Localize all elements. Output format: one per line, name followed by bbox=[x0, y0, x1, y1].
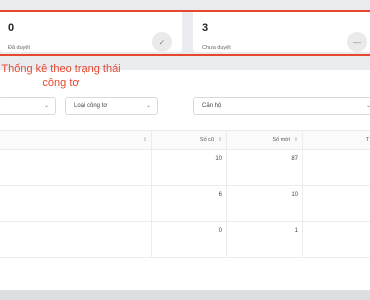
old-reading: 10 bbox=[215, 156, 222, 162]
sort-icon: ⇕ bbox=[142, 137, 147, 143]
column-header-old-label: Số cũ bbox=[199, 137, 214, 143]
new-reading: 87 bbox=[291, 156, 298, 162]
chevron-down-icon: ⌄ bbox=[145, 103, 151, 109]
table-row[interactable]: 10 87 bbox=[0, 150, 370, 186]
column-header-4[interactable]: T bbox=[303, 131, 370, 150]
chevron-down-icon: ⌄ bbox=[365, 103, 370, 109]
sort-icon: ⇕ bbox=[217, 137, 222, 143]
annotation-text: Thống kê theo trạng thái công tơ bbox=[0, 62, 122, 90]
column-header-new[interactable]: Số mới ⇕ bbox=[227, 131, 303, 150]
pending-count: 3 bbox=[202, 22, 209, 34]
minus-icon: — bbox=[347, 32, 367, 52]
old-reading: 6 bbox=[218, 192, 222, 198]
old-reading: 0 bbox=[218, 228, 222, 234]
bottom-bar bbox=[0, 290, 370, 300]
column-header-1[interactable]: ⇕ bbox=[0, 131, 152, 150]
column-header-old[interactable]: Số cũ ⇕ bbox=[152, 131, 227, 150]
approved-count: 0 bbox=[8, 22, 15, 34]
pending-label: Chưa duyệt bbox=[202, 45, 231, 51]
meter-type-select-label: Loại công tơ bbox=[74, 103, 108, 109]
column-header-new-label: Số mới bbox=[272, 137, 290, 143]
sort-icon: ⇕ bbox=[293, 137, 298, 143]
chevron-down-icon: ⌄ bbox=[43, 103, 49, 109]
apartment-select-label: Căn hộ bbox=[202, 103, 222, 109]
new-reading: 10 bbox=[291, 192, 298, 198]
meter-type-select[interactable]: Loại công tơ ⌄ bbox=[65, 97, 158, 115]
apartment-select[interactable]: Căn hộ ⌄ bbox=[193, 97, 370, 115]
stat-card-pending: 3 Chưa duyệt — bbox=[193, 10, 370, 52]
table-row[interactable]: 0 1 bbox=[0, 222, 370, 258]
stat-card-approved: 0 Đã duyệt ✓ bbox=[0, 10, 182, 52]
new-reading: 1 bbox=[294, 228, 298, 234]
column-header-4-label: T bbox=[366, 137, 370, 143]
annotation-line-2: công tơ bbox=[42, 77, 80, 89]
approved-label: Đã duyệt bbox=[8, 45, 31, 51]
filter-select-1[interactable]: ⌄ bbox=[0, 97, 56, 115]
table-header: ⇕ Số cũ ⇕ Số mới ⇕ T bbox=[0, 130, 370, 150]
annotation-line-1: Thống kê theo trạng thái bbox=[1, 63, 121, 75]
table-row[interactable]: 6 10 bbox=[0, 186, 370, 222]
check-icon: ✓ bbox=[152, 32, 172, 52]
